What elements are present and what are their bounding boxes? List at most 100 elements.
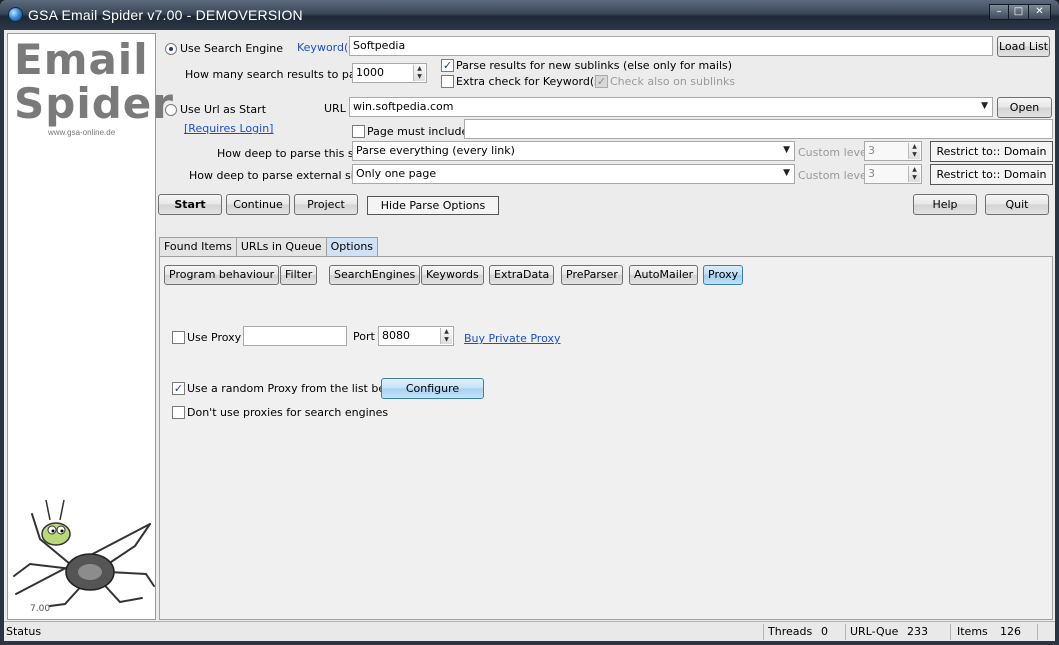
url-label: URL [324, 102, 346, 115]
parse-sublinks-checkbox[interactable]: ✓ [441, 59, 454, 72]
hide-parse-options-button[interactable]: Hide Parse Options [367, 196, 499, 215]
tab-urls-in-queue[interactable]: URLs in Queue [236, 237, 327, 256]
main-tabs: Found Items URLs in Queue Options [159, 237, 379, 257]
urlque-value: 233 [907, 625, 928, 638]
random-proxy-label: Use a random Proxy from the list below [187, 382, 404, 395]
custom-level-ext-label: Custom level [798, 169, 870, 182]
status-divider [845, 624, 846, 640]
open-button[interactable]: Open [997, 97, 1052, 118]
buy-private-proxy-link[interactable]: Buy Private Proxy [464, 332, 561, 345]
depth-external-combobox[interactable]: Only one page ▼ [352, 164, 795, 184]
dropdown-arrow-icon[interactable]: ▼ [981, 101, 988, 111]
depth-external-value: Only one page [356, 167, 437, 180]
restrict-external-button[interactable]: Restrict to:: Domain [930, 164, 1053, 185]
use-proxy-checkbox[interactable] [172, 331, 185, 344]
dropdown-arrow-icon[interactable]: ▼ [783, 168, 790, 178]
quit-button[interactable]: Quit [985, 194, 1049, 215]
url-combobox[interactable]: win.softpedia.com ▼ [349, 97, 993, 117]
check-sublinks-label: Check also on sublinks [610, 75, 736, 88]
dropdown-arrow-icon[interactable]: ▼ [783, 145, 790, 155]
tab-options[interactable]: Options [326, 237, 379, 256]
load-list-button[interactable]: Load List [997, 36, 1050, 57]
url-value: win.softpedia.com [353, 100, 454, 113]
continue-button[interactable]: Continue [226, 194, 290, 215]
spin-updown-icon: ▲ ▼ [908, 143, 920, 159]
status-text: Status [6, 625, 42, 638]
minimize-icon[interactable]: – [989, 4, 1009, 20]
port-label: Port [353, 330, 375, 343]
requires-login-link[interactable]: [Requires Login] [184, 122, 273, 135]
restrict-site-button[interactable]: Restrict to:: Domain [930, 141, 1053, 162]
window-controls: – □ ✕ [989, 4, 1051, 20]
subtab-extradata[interactable]: ExtraData [489, 265, 555, 285]
client-area: Email Spider www.gsa-online.de 7.00 Use … [4, 30, 1055, 641]
threads-label: Threads [768, 625, 813, 638]
tab-found-items[interactable]: Found Items [159, 237, 237, 256]
results-count-stepper[interactable]: 1000 ▲ ▼ [352, 63, 427, 83]
results-count-value: 1000 [356, 66, 384, 79]
urlque-label: URL-Que [850, 625, 899, 638]
port-value: 8080 [382, 329, 410, 342]
project-button[interactable]: Project [294, 194, 358, 215]
results-count-label: How many search results to parse [185, 68, 373, 81]
items-value: 126 [1000, 625, 1021, 638]
subtab-keywords[interactable]: Keywords [421, 265, 484, 285]
random-proxy-checkbox[interactable]: ✓ [172, 382, 185, 395]
custom-level-site-label: Custom level [798, 146, 870, 159]
spin-updown-icon[interactable]: ▲ ▼ [440, 328, 452, 344]
window-title: GSA Email Spider v7.00 - DEMOVERSION [28, 7, 303, 23]
no-proxy-search-checkbox[interactable] [172, 406, 185, 419]
proxy-address-input[interactable] [243, 326, 347, 346]
start-button[interactable]: Start [158, 194, 222, 215]
logo-pane: Email Spider www.gsa-online.de 7.00 [7, 33, 173, 620]
depth-external-label: How deep to parse external sites [189, 169, 371, 182]
search-options-form: Use Search Engine Keyword(s) Softpedia L… [159, 33, 1053, 188]
subtab-searchengines[interactable]: SearchEngines [329, 265, 421, 285]
spin-updown-icon[interactable]: ▲ ▼ [413, 65, 425, 81]
use-url-label: Use Url as Start [180, 103, 267, 116]
logo-line-2: Spider [14, 79, 174, 128]
depth-site-combobox[interactable]: Parse everything (every link) ▼ [352, 141, 795, 161]
app-globe-icon [8, 7, 23, 22]
status-divider [1037, 624, 1038, 640]
main-window: GSA Email Spider v7.00 - DEMOVERSION – □… [0, 0, 1059, 645]
configure-button[interactable]: Configure [381, 378, 484, 399]
use-search-engine-radio[interactable] [165, 43, 177, 55]
port-stepper[interactable]: 8080 ▲ ▼ [378, 326, 454, 346]
options-pane: Found Items URLs in Queue Options Progra… [159, 237, 1053, 620]
subtab-program-behaviour[interactable]: Program behaviour [164, 265, 280, 285]
version-label: 7.00 [30, 604, 51, 614]
page-must-include-checkbox[interactable] [352, 125, 365, 138]
use-url-radio[interactable] [165, 104, 177, 116]
title-bar[interactable]: GSA Email Spider v7.00 - DEMOVERSION – □… [0, 0, 1059, 30]
custom-level-ext-value: 3 [868, 167, 875, 180]
items-label: Items [957, 625, 988, 638]
subtab-automailer[interactable]: AutoMailer [629, 265, 699, 285]
subtab-preparser[interactable]: PreParser [561, 265, 623, 285]
status-divider [763, 624, 764, 640]
keywords-input[interactable]: Softpedia [349, 36, 993, 56]
subtab-filter[interactable]: Filter [280, 265, 318, 285]
spider-mascot-icon [13, 499, 155, 607]
close-icon[interactable]: ✕ [1029, 4, 1051, 20]
extra-check-label: Extra check for Keyword(s) [456, 75, 605, 88]
help-button[interactable]: Help [913, 194, 977, 215]
custom-level-ext-stepper: 3 ▲ ▼ [864, 164, 922, 184]
maximize-icon[interactable]: □ [1009, 4, 1029, 20]
subtab-proxy[interactable]: Proxy [703, 265, 744, 285]
use-proxy-label: Use Proxy [187, 331, 242, 344]
check-sublinks-checkbox: ✓ [595, 75, 608, 88]
depth-site-label: How deep to parse this site [217, 147, 368, 160]
threads-value: 0 [821, 625, 828, 638]
options-tab-body: Program behaviour Filter SearchEngines K… [159, 256, 1053, 620]
page-must-include-input[interactable] [464, 119, 1053, 139]
no-proxy-search-label: Don't use proxies for search engines [187, 406, 389, 419]
extra-check-checkbox[interactable] [441, 75, 454, 88]
status-divider [950, 624, 951, 640]
custom-level-site-stepper: 3 ▲ ▼ [864, 141, 922, 161]
logo: Email Spider [14, 38, 174, 126]
status-bar: Status Threads 0 URL-Que 233 Items 126 [4, 621, 1055, 641]
spin-updown-icon: ▲ ▼ [908, 166, 920, 182]
use-search-engine-label: Use Search Engine [180, 42, 284, 55]
page-must-include-label: Page must include [367, 125, 469, 138]
